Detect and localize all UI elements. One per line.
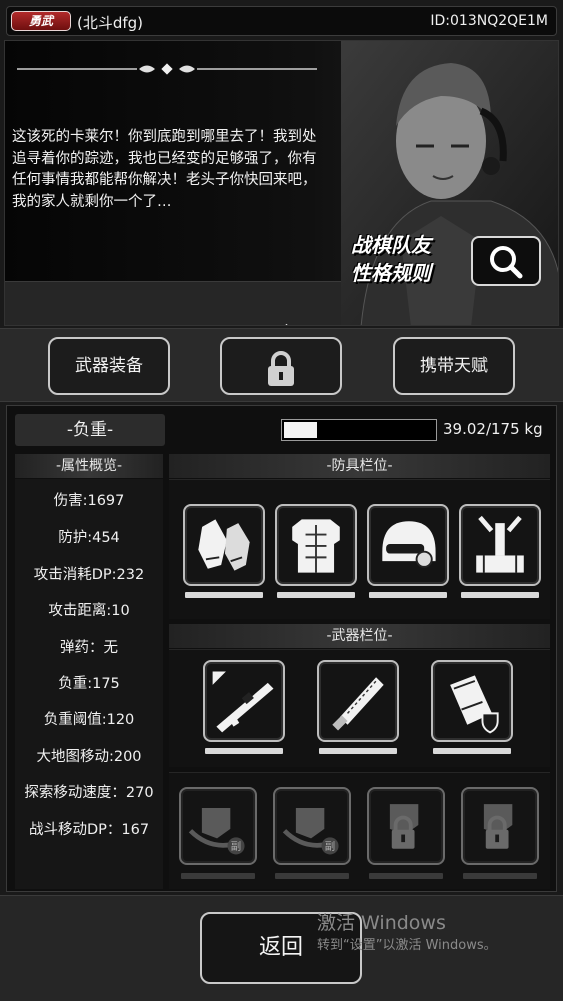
helmet-icon	[382, 521, 436, 568]
durability-bar	[461, 592, 539, 598]
sub-badge: 副	[325, 841, 335, 853]
durability-bar	[319, 748, 397, 754]
stat-attack-range: 攻击距离:10	[48, 603, 130, 619]
stat-defense: 防护:454	[58, 530, 120, 546]
body-armor-icon	[292, 519, 340, 573]
load-label: -负重-	[15, 414, 165, 446]
tab-bar: 武器装备 携带天赋	[0, 328, 563, 402]
armor-slot-gloves[interactable]	[183, 504, 265, 586]
stat-load-threshold: 负重阈值:120	[43, 712, 135, 728]
secondary-slots: 副 副	[169, 772, 550, 889]
blade-icon	[332, 677, 384, 731]
durability-bar	[369, 873, 443, 879]
magnifier-icon	[490, 246, 523, 279]
player-header: 勇武 (北斗dfg) ID:013NQ2QE1M	[6, 6, 557, 36]
armor-slot-helmet[interactable]	[367, 504, 449, 586]
sub-slot-2[interactable]: 副	[273, 787, 351, 865]
weapon-slot-shield[interactable]	[431, 660, 513, 742]
sub-slot-3-locked[interactable]	[367, 787, 445, 865]
rifle-icon	[212, 671, 274, 733]
grab-hand-icon	[389, 804, 419, 849]
grab-hand-icon: 副	[282, 807, 339, 855]
tab-carried-talents[interactable]: 携带天赋	[393, 337, 515, 395]
sub-slot-1[interactable]: 副	[179, 787, 257, 865]
story-dialogue: 这该死的卡莱尔！你到底跑到哪里去了！我到处追寻着你的踪迹，我也已经变的足够强了，…	[12, 129, 317, 210]
durability-bar	[463, 873, 537, 879]
story-panel: 这该死的卡莱尔！你到底跑到哪里去了！我到处追寻着你的踪迹，我也已经变的足够强了，…	[4, 40, 559, 326]
tab-locked[interactable]	[220, 337, 342, 395]
stat-damage: 伤害:1697	[53, 493, 125, 509]
stats-list: 伤害:1697 防护:454 攻击消耗DP:232 攻击距离:10 弹药：无 负…	[15, 479, 163, 889]
stat-map-movement: 大地图移动:200	[36, 749, 142, 765]
grab-hand-icon: 副	[188, 807, 245, 855]
load-value: 39.02/175 kg	[443, 420, 543, 438]
ornament-divider-top	[17, 63, 317, 75]
armor-header: -防具栏位-	[169, 454, 550, 478]
backpack-frame-icon	[476, 515, 524, 573]
load-progress-fill	[284, 422, 318, 438]
rule-label-line1: 战棋队友	[351, 233, 431, 257]
durability-bar	[275, 873, 349, 879]
shield-icon	[450, 675, 499, 734]
stat-ammo: 弹药：无	[60, 640, 118, 656]
player-id: ID:013NQ2QE1M	[430, 13, 548, 29]
durability-bar	[181, 873, 255, 879]
teammate-rules-label[interactable]: 战棋队友 性格规则	[351, 231, 461, 287]
activation-watermark-title: 激活 Windows	[317, 912, 446, 934]
armor-slot-backpack[interactable]	[459, 504, 541, 586]
lock-icon	[268, 351, 294, 386]
durability-bar	[369, 592, 447, 598]
armor-slots	[169, 479, 550, 619]
footer-bar: 返回 激活 Windows 转到“设置”以激活 Windows。	[0, 895, 563, 1001]
load-progress-bar	[281, 419, 437, 441]
rank-badge: 勇武	[11, 11, 71, 31]
equipment-panel: -负重- 39.02/175 kg -属性概览- 伤害:1697 防护:454 …	[6, 405, 557, 892]
tab-weapon-equipment[interactable]: 武器装备	[48, 337, 170, 395]
stat-load: 负重:175	[58, 676, 120, 692]
stat-explore-speed: 探索移动速度：270	[24, 785, 154, 801]
player-name: (北斗dfg)	[77, 14, 144, 32]
stat-battle-move-dp: 战斗移动DP：167	[28, 822, 150, 838]
weapon-slot-blade[interactable]	[317, 660, 399, 742]
sub-slot-4-locked[interactable]	[461, 787, 539, 865]
grab-hand-icon	[483, 804, 513, 849]
durability-bar	[277, 592, 355, 598]
stats-header: -属性概览-	[15, 454, 163, 478]
activation-watermark-subtitle: 转到“设置”以激活 Windows。	[317, 938, 497, 953]
durability-bar	[185, 592, 263, 598]
search-button[interactable]	[471, 236, 541, 286]
durability-bar	[205, 748, 283, 754]
rule-label-line2: 性格规则	[351, 261, 431, 285]
sub-badge: 副	[231, 841, 241, 853]
weapon-slot-rifle[interactable]	[203, 660, 285, 742]
durability-bar	[433, 748, 511, 754]
weapon-slots	[169, 649, 550, 767]
armor-slot-body[interactable]	[275, 504, 357, 586]
gloves-icon	[198, 519, 250, 571]
stat-attack-dp-cost: 攻击消耗DP:232	[33, 567, 145, 583]
weapons-header: -武器栏位-	[169, 624, 550, 648]
